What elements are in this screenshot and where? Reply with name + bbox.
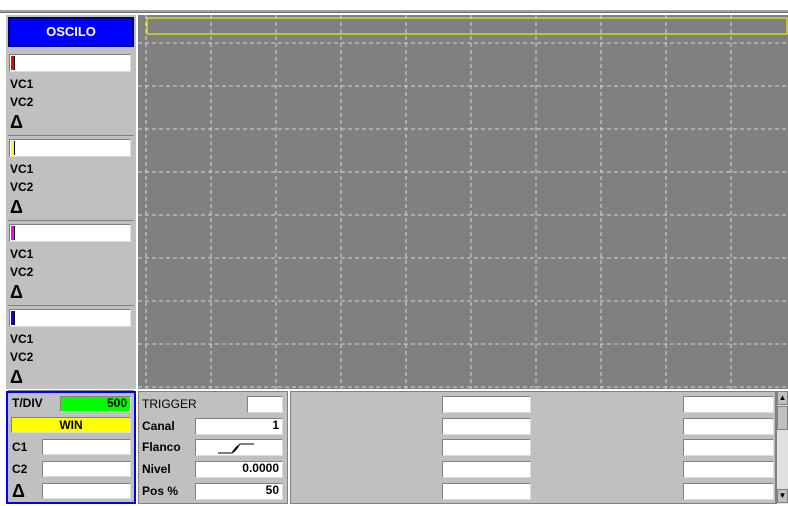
- channel-1-vc1-label: VC1: [10, 77, 34, 91]
- rising-edge-icon: [218, 443, 254, 454]
- c1-label: C1: [12, 440, 28, 454]
- measure-field-left-3[interactable]: [442, 439, 531, 456]
- scroll-down-button[interactable]: ▼: [777, 489, 788, 503]
- flanco-field[interactable]: [195, 439, 283, 456]
- measure-field-left-1[interactable]: [442, 396, 531, 413]
- channel-4: VC1 VC2 Δ: [6, 306, 136, 391]
- scope-grid: [138, 15, 788, 389]
- channel-1-field[interactable]: [9, 54, 131, 72]
- scroll-up-icon: ▲: [778, 393, 787, 402]
- timebase-panel: T/DIV 500 WIN C1 C2 Δ: [6, 391, 136, 504]
- scroll-down-icon: ▼: [778, 491, 787, 500]
- measure-field-right-1[interactable]: [683, 396, 774, 413]
- oscilo-title-button[interactable]: OSCILO: [8, 17, 134, 47]
- nivel-label: Nivel: [142, 462, 171, 476]
- measure-field-right-5[interactable]: [683, 483, 774, 500]
- delta-field[interactable]: [42, 483, 131, 499]
- measurement-scrollbar[interactable]: ▲ ▼: [776, 391, 788, 504]
- measure-field-right-3[interactable]: [683, 439, 774, 456]
- channel-1-vc2-label: VC2: [10, 95, 34, 109]
- trigger-title: TRIGGER: [142, 397, 197, 411]
- channel-1: VC1 VC2 Δ: [6, 51, 136, 136]
- pos-label: Pos %: [142, 484, 179, 498]
- scope-display[interactable]: [138, 15, 788, 389]
- channel-2-color-swatch: [11, 141, 15, 155]
- channel-2-delta-icon: Δ: [10, 197, 23, 217]
- c2-field[interactable]: [42, 461, 131, 477]
- channel-4-field[interactable]: [9, 309, 131, 327]
- nivel-value: 0.0000: [242, 461, 279, 475]
- tdiv-label: T/DIV: [12, 396, 43, 410]
- trigger-status-field[interactable]: [247, 396, 283, 413]
- c2-label: C2: [12, 462, 28, 476]
- channel-2: VC1 VC2 Δ: [6, 136, 136, 221]
- top-border: [0, 10, 788, 13]
- channel-3-vc2-label: VC2: [10, 265, 34, 279]
- channel-1-delta-icon: Δ: [10, 112, 23, 132]
- oscilo-title-label: OSCILO: [46, 24, 96, 39]
- c1-field[interactable]: [42, 439, 131, 455]
- measure-field-left-5[interactable]: [442, 483, 531, 500]
- scroll-thumb[interactable]: [777, 406, 788, 430]
- win-mode-label: WIN: [59, 418, 83, 432]
- measurement-panel: [290, 391, 776, 504]
- trigger-position-bar[interactable]: [146, 17, 788, 35]
- channel-3-vc1-label: VC1: [10, 247, 34, 261]
- channel-4-color-swatch: [11, 311, 15, 325]
- canal-label: Canal: [142, 419, 175, 433]
- canal-value: 1: [272, 418, 279, 432]
- channel-1-color-swatch: [11, 56, 15, 70]
- trigger-panel: TRIGGER Canal 1 Flanco Nivel 0.0000 Pos …: [138, 391, 288, 504]
- flanco-label: Flanco: [142, 440, 181, 454]
- channel-2-vc1-label: VC1: [10, 162, 34, 176]
- measure-field-right-2[interactable]: [683, 418, 774, 435]
- channel-3-field[interactable]: [9, 224, 131, 242]
- pos-value: 50: [265, 483, 279, 497]
- measure-field-left-2[interactable]: [442, 418, 531, 435]
- tdiv-value-text: 500: [106, 396, 127, 410]
- channel-4-delta-icon: Δ: [10, 367, 23, 387]
- scroll-up-button[interactable]: ▲: [777, 391, 788, 405]
- canal-field[interactable]: 1: [195, 418, 283, 435]
- nivel-field[interactable]: 0.0000: [195, 461, 283, 478]
- channel-2-vc2-label: VC2: [10, 180, 34, 194]
- channel-3-delta-icon: Δ: [10, 282, 23, 302]
- pos-field[interactable]: 50: [195, 483, 283, 500]
- delta-icon: Δ: [12, 481, 25, 501]
- measure-field-left-4[interactable]: [442, 461, 531, 478]
- channel-4-vc2-label: VC2: [10, 350, 34, 364]
- tdiv-value[interactable]: 500: [60, 396, 131, 412]
- measure-field-right-4[interactable]: [683, 461, 774, 478]
- win-mode-button[interactable]: WIN: [11, 417, 131, 433]
- channel-4-vc1-label: VC1: [10, 332, 34, 346]
- channel-2-field[interactable]: [9, 139, 131, 157]
- channel-3-color-swatch: [11, 226, 15, 240]
- channel-3: VC1 VC2 Δ: [6, 221, 136, 306]
